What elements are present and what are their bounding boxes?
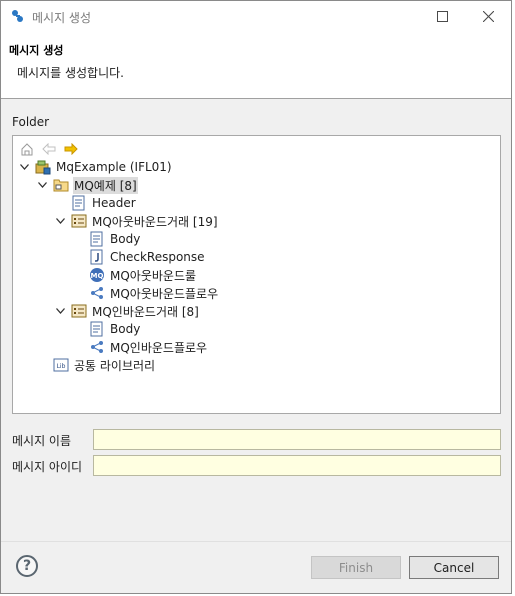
tree-item-label: MqExample (IFL01) [56,160,172,174]
tree-item-message[interactable]: Header [71,194,137,212]
document-icon [71,195,87,211]
folder-icon [53,177,69,193]
close-button[interactable] [465,1,511,32]
tree-item-label: MQ아웃바운드룰 [110,268,197,283]
chevron-down-icon[interactable] [54,215,66,227]
button-bar-divider [1,541,511,542]
tree-item-label: MQ예제 [8] [73,176,138,194]
document-icon [89,321,105,337]
maximize-icon [436,11,448,22]
tree-item-label: MQ아웃바운드거래 [19] [92,214,218,229]
tree-item-label: CheckResponse [110,250,205,264]
tree-item-label: MQ인바운드플로우 [110,340,208,355]
app-logo-icon [12,10,23,22]
tree-item-label: MQ아웃바운드플로우 [110,286,219,301]
maximize-button[interactable] [419,1,465,32]
tree-item-transaction[interactable]: MQ아웃바운드거래 [19] [54,212,219,230]
script-icon [89,249,105,265]
chevron-down-icon[interactable] [54,305,66,317]
tree-item-label: 공통 라이브러리 [74,358,156,373]
message-name-label: 메시지 이름 [12,434,72,448]
folder-label: Folder [12,115,50,129]
title-bar: 메시지 생성 [1,1,511,32]
transaction-icon [71,303,87,319]
library-icon: Lib [53,357,69,373]
help-icon: ? [22,558,32,574]
message-id-label: 메시지 아이디 [12,460,83,474]
create-message-dialog: 메시지 생성 메시지 생성 메시지를 생성합니다. Folder MqExamp… [0,0,512,594]
tree-item-flow[interactable]: MQ아웃바운드플로우 [89,284,219,302]
arrow-right-icon [64,143,78,155]
tree-item-label: Header [92,196,136,210]
tree-item-label: MQ인바운드거래 [8] [92,304,199,319]
back-button[interactable] [40,140,58,158]
dialog-heading: 메시지 생성 [9,44,64,57]
message-name-input[interactable] [93,429,501,450]
project-icon [35,159,51,175]
flow-icon [89,285,105,301]
tree-item-message[interactable]: Body [89,230,141,248]
tree-item-label: Body [110,322,141,336]
cancel-button[interactable]: Cancel [409,556,499,579]
tree-item-transaction[interactable]: MQ인바운드거래 [8] [54,302,200,320]
flow-icon [89,339,105,355]
tree-toolbar [18,140,80,158]
tree-item-flow[interactable]: MQ인바운드플로우 [89,338,208,356]
help-button[interactable]: ? [16,555,38,577]
tree-item-library[interactable]: Lib 공통 라이브러리 [53,356,156,374]
home-icon [21,143,33,156]
close-icon [482,11,494,22]
dialog-header: 메시지 생성 메시지를 생성합니다. [1,32,511,99]
tree-item-label: Body [110,232,141,246]
window-title: 메시지 생성 [32,11,92,25]
document-icon [89,231,105,247]
svg-text:Lib: Lib [57,363,66,370]
folder-tree[interactable]: MqExample (IFL01) MQ예제 [8] Header MQ아웃바운… [12,135,501,414]
svg-text:MQ: MQ [91,272,104,280]
tree-item-folder[interactable]: MQ예제 [8] [36,176,138,194]
chevron-down-icon[interactable] [36,179,48,191]
home-button[interactable] [18,140,36,158]
dialog-description: 메시지를 생성합니다. [17,66,124,80]
tree-item-project[interactable]: MqExample (IFL01) [18,158,173,176]
arrow-left-icon [42,143,56,155]
finish-button[interactable]: Finish [311,556,401,579]
chevron-down-icon[interactable] [18,161,30,173]
message-id-input[interactable] [93,455,501,476]
tree-item-message[interactable]: Body [89,320,141,338]
mq-rule-icon: MQ [89,267,105,283]
transaction-icon [71,213,87,229]
tree-item-rule[interactable]: MQ MQ아웃바운드룰 [89,266,197,284]
tree-item-script[interactable]: CheckResponse [89,248,206,266]
forward-button[interactable] [62,140,80,158]
